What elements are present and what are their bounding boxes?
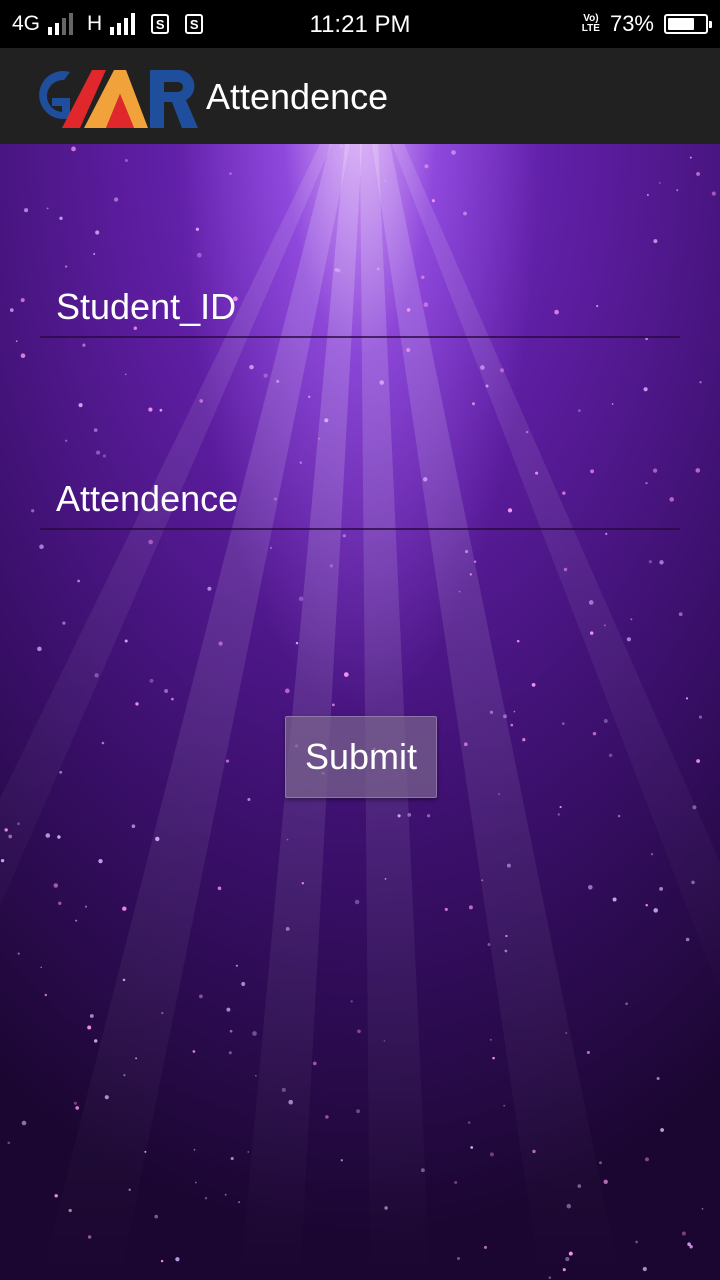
status-bar: 4G H S S 11:21 PM Vo) LTE 73%	[0, 0, 720, 48]
status-right-group: Vo) LTE 73%	[581, 10, 712, 38]
battery-percent: 73%	[609, 11, 654, 36]
attendence-field[interactable]: Attendence	[40, 472, 680, 530]
app-bar: Attendence	[0, 48, 720, 144]
battery-icon	[664, 14, 712, 34]
attendence-hint: Attendence	[56, 478, 239, 519]
content-area: Student_ID Attendence Submit	[0, 144, 720, 1280]
student-id-field[interactable]: Student_ID	[40, 280, 680, 338]
student-id-hint: Student_ID	[56, 286, 237, 327]
app-title: Attendence	[206, 76, 389, 117]
volte-icon: Vo) LTE	[581, 13, 600, 34]
gmr-logo	[39, 70, 198, 128]
submit-button[interactable]: Submit	[285, 716, 437, 798]
